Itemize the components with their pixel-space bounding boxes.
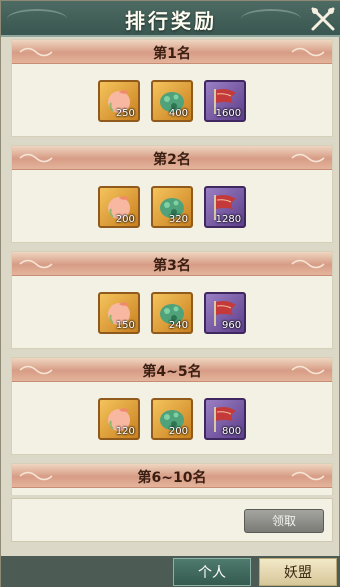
- reward-row: 150 240 960: [12, 292, 332, 334]
- reward-item-jade[interactable]: 400: [151, 80, 193, 122]
- tab-personal[interactable]: 个人: [173, 558, 251, 586]
- reward-quantity: 960: [222, 320, 242, 331]
- reward-quantity: 320: [168, 214, 188, 225]
- reward-item-peach[interactable]: 200: [97, 186, 140, 228]
- reward-quantity: 150: [115, 320, 135, 331]
- reward-row: 120 200 800: [12, 398, 332, 440]
- reward-quantity: 1600: [215, 108, 242, 119]
- ornament-icon: [291, 259, 325, 269]
- reward-quantity: 200: [168, 426, 188, 437]
- ornament-icon: [291, 471, 325, 481]
- rank-block: 第3名 150 240 960: [11, 251, 333, 349]
- ornament-icon: [291, 153, 325, 163]
- rank-header: 第6~10名: [12, 464, 332, 488]
- reward-quantity: 200: [115, 214, 135, 225]
- rank-header: 第3名: [12, 252, 332, 276]
- reward-quantity: 1280: [215, 214, 242, 225]
- rank-title: 第1名: [153, 46, 191, 62]
- rank-title: 第3名: [153, 258, 191, 274]
- reward-item-banner[interactable]: 1280: [204, 186, 247, 228]
- reward-item-banner[interactable]: 960: [204, 292, 247, 334]
- rank-block: 第1名 250 400 1600: [11, 39, 333, 137]
- tab-alliance[interactable]: 妖盟: [259, 558, 337, 586]
- rank-header: 第1名: [12, 40, 332, 64]
- title-bar: 排行奖励: [1, 1, 340, 37]
- reward-quantity: 400: [168, 108, 188, 119]
- reward-item-banner[interactable]: 1600: [204, 80, 247, 122]
- close-swords-icon[interactable]: [309, 5, 337, 33]
- reward-quantity: 800: [222, 426, 242, 437]
- reward-item-peach[interactable]: 150: [97, 292, 140, 334]
- ornament-icon: [291, 365, 325, 375]
- page-title: 排行奖励: [125, 9, 217, 33]
- reward-quantity: 250: [115, 108, 135, 119]
- reward-item-peach[interactable]: 120: [97, 398, 140, 440]
- rank-block: 第2名 200 320 1280: [11, 145, 333, 243]
- rank-title: 第6~10名: [137, 470, 207, 486]
- ornament-icon: [291, 47, 325, 57]
- rank-block: 第4~5名 120 200 800: [11, 357, 333, 455]
- reward-quantity: 120: [115, 426, 135, 437]
- reward-item-banner[interactable]: 800: [204, 398, 247, 440]
- reward-row: 250 400 1600: [12, 80, 332, 122]
- rank-block: 第6~10名: [11, 463, 333, 495]
- reward-item-peach[interactable]: 250: [97, 80, 140, 122]
- claim-button[interactable]: 领取: [244, 509, 324, 533]
- rank-header: 第2名: [12, 146, 332, 170]
- rank-title: 第4~5名: [142, 364, 202, 380]
- reward-item-jade[interactable]: 320: [151, 186, 193, 228]
- rank-header: 第4~5名: [12, 358, 332, 382]
- reward-item-jade[interactable]: 240: [151, 292, 193, 334]
- rank-reward-list[interactable]: 第1名 250 400 1600 第2名 200 320 1280 第3名 15…: [11, 39, 333, 495]
- reward-item-jade[interactable]: 200: [151, 398, 193, 440]
- tab-bar: 个人 妖盟: [1, 556, 340, 587]
- rank-title: 第2名: [153, 152, 191, 168]
- reward-quantity: 240: [168, 320, 188, 331]
- ranking-rewards-panel: 排行奖励 第1名 250 400 1600 第2名 200 320 1280 第…: [0, 0, 340, 587]
- reward-row: 200 320 1280: [12, 186, 332, 228]
